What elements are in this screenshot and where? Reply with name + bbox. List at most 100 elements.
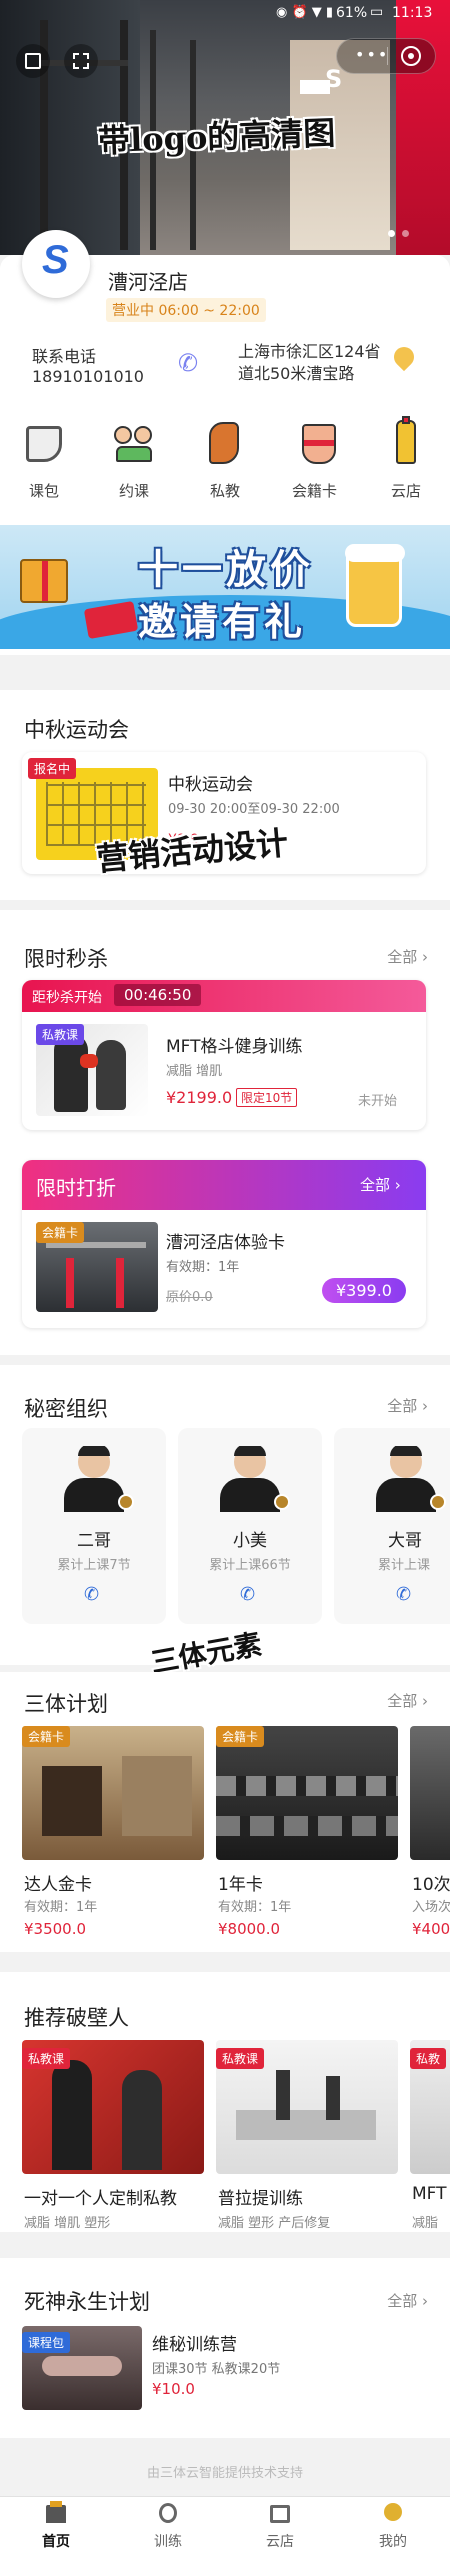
course-name: 普拉提训练 — [218, 2189, 303, 2209]
coach-stats: 累计上课 — [378, 1558, 431, 1573]
course-badge: 私教课 — [216, 2048, 265, 2069]
store-logo-s-icon: S — [42, 238, 69, 282]
package-name: 维秘训练营 — [152, 2335, 237, 2355]
countdown-timer: 00:46:50 — [114, 984, 202, 1006]
coach-name: 小美 — [233, 1531, 267, 1551]
eternal-title: 死神永生计划 — [24, 2290, 150, 2314]
quick-nav-label: 约课 — [119, 482, 150, 500]
plan-validity: 有效期：1年 — [24, 1900, 98, 1915]
call-icon[interactable]: ✆ — [84, 1584, 99, 1605]
plan-validity: 有效期：1年 — [218, 1900, 292, 1915]
plan-name: 达人金卡 — [24, 1875, 92, 1895]
flash-sale-card[interactable]: 距秒杀开始 00:46:50 私教课 MFT格斗健身训练 减脂 增肌 ¥2199… — [22, 980, 426, 1130]
medal-icon — [159, 2503, 177, 2523]
scan-button[interactable] — [16, 44, 50, 78]
coach-card[interactable]: 大哥 累计上课 ✆ — [334, 1428, 450, 1624]
phone-card[interactable]: 联系电话 18910101010 ✆ — [18, 335, 220, 391]
plan-badge: 会籍卡 — [22, 1726, 71, 1747]
address-card[interactable]: 上海市徐汇区124省道北50米漕宝路 — [232, 335, 438, 391]
plan-price: ¥3500.0 — [24, 1920, 87, 1938]
capsule-menu[interactable]: ••• — [336, 38, 436, 74]
tab-home[interactable]: 首页 — [0, 2497, 112, 2560]
package-badge: 课程包 — [22, 2332, 71, 2353]
course-card[interactable]: 私教课 普拉提训练 减脂 塑形 产后修复 — [216, 2040, 398, 2240]
plan-price: ¥8000.0 — [218, 1920, 281, 1938]
course-name: 一对一个人定制私教 — [24, 2189, 177, 2209]
treadmill-icon — [26, 426, 62, 462]
three-body-title: 三体计划 — [24, 1692, 108, 1716]
pagination-dot — [402, 230, 409, 237]
status-time: 11:13 — [392, 5, 433, 21]
qrcode-icon — [73, 53, 89, 69]
status-bar: ◉ ⏰ ▼ ▮ 61% ▭ 11:13 — [0, 0, 450, 28]
course-name: MFT — [412, 2184, 447, 2204]
original-price: 原价0.0 — [166, 1290, 213, 1305]
plan-card[interactable]: 10次 入场次 ¥400 — [410, 1726, 450, 1946]
waist-icon — [302, 424, 336, 464]
close-miniapp-icon[interactable] — [401, 46, 421, 66]
quick-nav-membership[interactable]: 会籍卡 — [284, 420, 354, 510]
tab-training[interactable]: 训练 — [112, 2497, 224, 2560]
flash-sale-more-link[interactable]: 全部 › — [387, 946, 428, 967]
phone-icon[interactable]: ✆ — [178, 349, 198, 377]
event-time: 09-30 20:00至09-30 22:00 — [168, 802, 340, 817]
membership-badge: 会籍卡 — [36, 1222, 85, 1243]
status-icons: ◉ ⏰ ▼ ▮ — [276, 5, 334, 20]
course-card[interactable]: 私教 MFT 减脂 — [410, 2040, 450, 2240]
location-pin-icon[interactable] — [389, 342, 419, 372]
event-name: 中秋运动会 — [168, 775, 253, 795]
card-name: 漕河泾店体验卡 — [166, 1233, 285, 1253]
coach-avatar — [376, 1446, 436, 1512]
coach-card[interactable]: 二哥 累计上课7节 ✆ — [22, 1428, 166, 1624]
quick-nav-cloud-store[interactable]: 云店 — [376, 416, 436, 510]
tab-label: 首页 — [42, 2534, 70, 2550]
hero-overlay-text: 带logo的高清图 — [97, 113, 336, 161]
eternal-more-link[interactable]: 全部 › — [387, 2290, 428, 2311]
course-card[interactable]: 私教课 一对一个人定制私教 减脂 增肌 塑形 — [22, 2040, 204, 2240]
course-tags: 减脂 塑形 产后修复 — [218, 2216, 331, 2231]
quick-nav-label: 会籍卡 — [292, 482, 338, 500]
tab-cloud-store[interactable]: 云店 — [224, 2497, 336, 2560]
store-hours-badge: 营业中 06:00 ~ 22:00 — [106, 298, 266, 322]
quick-nav-label: 私教 — [210, 482, 241, 500]
plan-name: 10次 — [412, 1875, 450, 1895]
discount-title: 限时打折 — [36, 1176, 116, 1200]
store-logo: S — [22, 230, 90, 298]
quick-nav-course-package[interactable]: 课包 — [14, 420, 74, 510]
discount-header: 限时打折 全部 › — [22, 1160, 426, 1210]
qrcode-button[interactable] — [64, 44, 98, 78]
plan-price: ¥400 — [412, 1920, 450, 1938]
store-icon — [270, 2505, 290, 2523]
plan-card[interactable]: 会籍卡 达人金卡 有效期：1年 ¥3500.0 — [22, 1726, 204, 1946]
quick-nav-label: 课包 — [29, 482, 60, 500]
course-price: ¥2199.0 — [166, 1088, 233, 1107]
tab-mine[interactable]: 我的 — [336, 2497, 450, 2560]
coach-card[interactable]: 小美 累计上课66节 ✆ — [178, 1428, 322, 1624]
package-detail: 团课30节 私教课20节 — [152, 2362, 281, 2377]
discount-price-button[interactable]: ¥399.0 — [322, 1278, 406, 1303]
banner-line2: 邀请有礼 — [138, 600, 307, 644]
tab-label: 训练 — [154, 2534, 182, 2550]
bottle-icon — [396, 416, 416, 464]
call-icon[interactable]: ✆ — [240, 1584, 255, 1605]
secret-org-more-link[interactable]: 全部 › — [387, 1395, 428, 1416]
coach-name: 二哥 — [77, 1531, 111, 1551]
discount-more-link[interactable]: 全部 › — [360, 1174, 401, 1195]
promo-banner[interactable]: 十一放价 邀请有礼 — [0, 525, 450, 649]
quick-nav-private-training[interactable]: 私教 — [195, 420, 255, 510]
tab-label: 云店 — [266, 2534, 294, 2550]
gift-icon — [20, 559, 68, 603]
course-tags: 减脂 增肌 塑形 — [24, 2216, 111, 2231]
three-body-more-link[interactable]: 全部 › — [387, 1690, 428, 1711]
verified-badge-icon — [430, 1494, 446, 1510]
private-course-badge: 私教课 — [36, 1024, 85, 1045]
call-icon[interactable]: ✆ — [396, 1584, 411, 1605]
store-name: 漕河泾店 — [108, 270, 188, 294]
plan-card[interactable]: 会籍卡 1年卡 有效期：1年 ¥8000.0 — [216, 1726, 398, 1946]
pagination-dot-active — [388, 230, 395, 237]
banner-line1: 十一放价 — [138, 547, 314, 593]
quick-nav-booking[interactable]: 约课 — [104, 420, 164, 510]
package-card[interactable]: 课程包 维秘训练营 团课30节 私教课20节 ¥10.0 — [22, 2326, 426, 2416]
more-dots-icon[interactable]: ••• — [355, 45, 389, 64]
discount-card[interactable]: 限时打折 全部 › 会籍卡 漕河泾店体验卡 有效期：1年 原价0.0 ¥399.… — [22, 1160, 426, 1328]
